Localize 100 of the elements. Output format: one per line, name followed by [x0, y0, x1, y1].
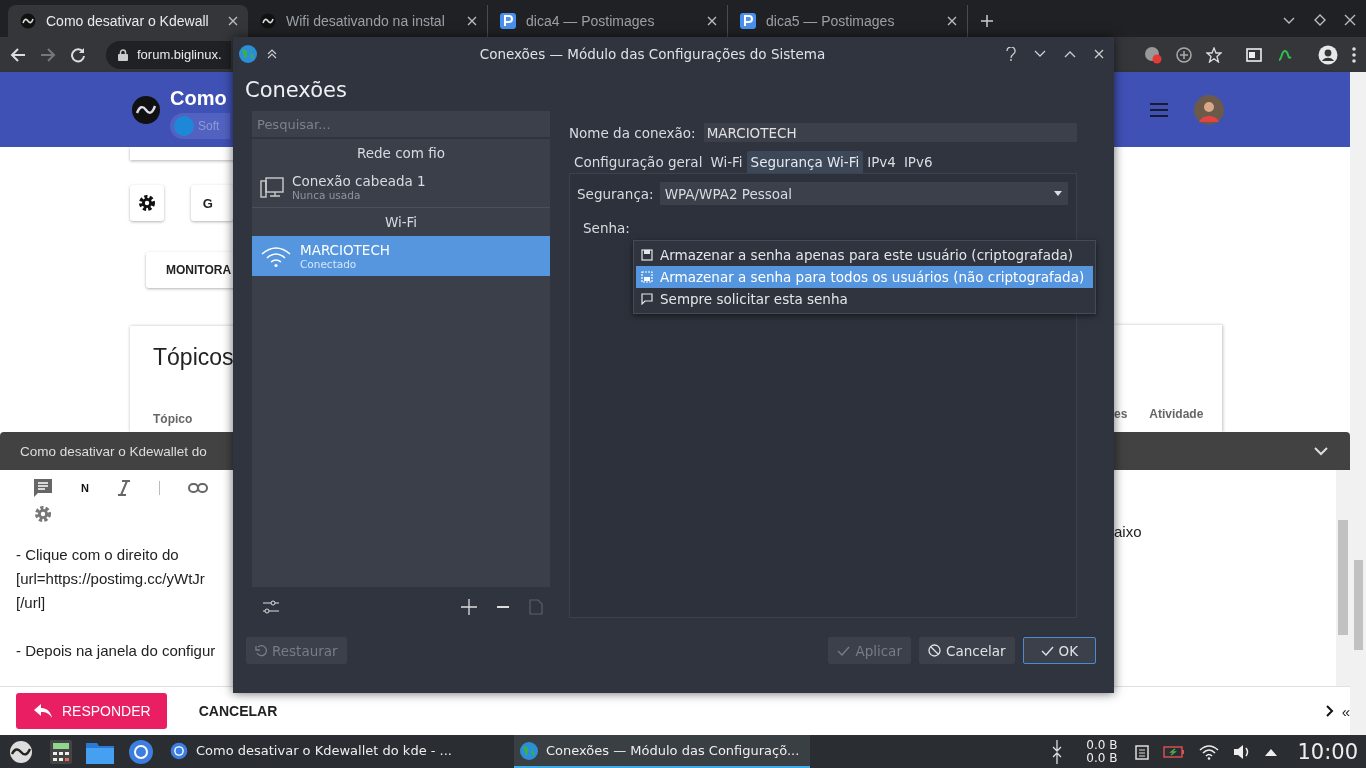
close-icon[interactable]	[1094, 48, 1104, 59]
field-label: Nome da conexão:	[569, 124, 696, 141]
browser-tab[interactable]: Como desativar o Kdewall	[8, 5, 248, 37]
quote-icon[interactable]	[33, 478, 53, 498]
save-icon	[641, 271, 653, 283]
field-label: Segurança:	[577, 185, 654, 202]
filter-button[interactable]: G	[190, 185, 233, 221]
bold-button[interactable]: N	[81, 482, 89, 494]
settings-icon	[136, 193, 157, 213]
remove-icon[interactable]	[497, 605, 509, 609]
text-line: aixo	[1114, 522, 1142, 542]
field-label: Senha:	[583, 220, 630, 236]
tab[interactable]: Segurança Wi-Fi	[746, 151, 864, 173]
browser-icon[interactable]	[128, 738, 154, 765]
star-icon[interactable]	[1206, 46, 1222, 63]
new-tab-icon[interactable]	[980, 14, 994, 28]
forum-logo-icon	[260, 13, 276, 29]
reply-button[interactable]: RESPONDER	[16, 693, 167, 729]
profile-icon[interactable]	[1318, 44, 1338, 65]
monitor-button[interactable]: MONITORA	[146, 252, 233, 288]
battery-icon[interactable]	[1163, 745, 1186, 758]
close-icon[interactable]	[1344, 14, 1356, 26]
avatar[interactable]	[1194, 94, 1224, 125]
scrollbar[interactable]	[1350, 72, 1366, 735]
postimages-icon	[500, 13, 516, 29]
tab[interactable]: IPv4	[863, 151, 900, 173]
clock[interactable]: 10:00	[1297, 739, 1358, 764]
scrollbar[interactable]	[1336, 470, 1350, 686]
tab[interactable]: IPv6	[899, 151, 937, 173]
tab[interactable]: Wi-Fi	[706, 151, 747, 173]
link-icon[interactable]	[187, 483, 208, 493]
section-heading: Tópicos	[153, 344, 233, 371]
forum-logo-icon	[20, 13, 36, 29]
column-header[interactable]: es	[1114, 407, 1128, 421]
chevron-down-icon[interactable]	[1282, 16, 1296, 26]
security-dropdown[interactable]: WPA/WPA2 Pessoal	[659, 182, 1068, 205]
dropdown-arrow-icon	[1054, 191, 1062, 196]
close-icon[interactable]	[228, 16, 238, 26]
connection-name-field[interactable]: MARCIOTECH	[703, 123, 1077, 142]
close-icon[interactable]	[707, 16, 717, 26]
taskbar-task[interactable]: Conexões — Módulo das Configuraçõ...	[514, 735, 810, 768]
group-header: Rede com fio	[355, 144, 447, 163]
minimize-icon[interactable]	[1034, 49, 1046, 58]
wifi-icon[interactable]	[1199, 743, 1220, 760]
configure-icon[interactable]	[262, 598, 280, 616]
connection-name: MARCIOTECH	[300, 242, 390, 258]
settings-icon[interactable]	[33, 504, 53, 524]
reload-icon[interactable]	[70, 46, 86, 63]
menu-item[interactable]: Sempre solicitar esta senha	[636, 288, 1093, 310]
globe-icon[interactable]	[239, 44, 257, 63]
pager-link[interactable]: «	[1341, 702, 1350, 720]
check-icon	[837, 645, 851, 656]
italic-icon[interactable]	[116, 480, 131, 496]
text-line: [/url]	[16, 593, 47, 613]
expand-tray-icon[interactable]	[1265, 747, 1278, 756]
forum-logo-icon[interactable]	[132, 95, 160, 124]
diamond-icon[interactable]	[1314, 14, 1326, 26]
ok-button[interactable]: OK	[1022, 637, 1096, 664]
blocked-extension-icon[interactable]	[1144, 45, 1162, 64]
cancel-button[interactable]: CANCELAR	[198, 703, 278, 719]
chevron-down-icon[interactable]	[1314, 446, 1328, 456]
column-header[interactable]: Tópico	[153, 412, 233, 426]
postimages-icon	[740, 13, 756, 29]
page-heading: Conexões	[245, 78, 348, 102]
close-icon[interactable]	[467, 16, 477, 26]
help-icon[interactable]	[1006, 46, 1016, 61]
keep-above-icon[interactable]	[267, 48, 277, 59]
wifi-icon	[260, 244, 292, 268]
column-header[interactable]: Atividade	[1149, 407, 1204, 421]
browser-icon	[170, 741, 188, 760]
settings-button[interactable]	[130, 185, 164, 221]
lock-icon	[118, 48, 128, 61]
maximize-icon[interactable]	[1064, 49, 1076, 58]
network-activity-icon[interactable]	[1052, 738, 1063, 765]
menu-item[interactable]: Armazenar a senha apenas para este usuário (criptografada)	[636, 244, 1093, 266]
upload-speed: 0.0 B	[1086, 738, 1118, 752]
tab[interactable]: Configuração geral	[570, 151, 707, 173]
calculator-icon[interactable]	[50, 739, 72, 764]
composer-title: Como desativar o Kdewallet do	[20, 443, 207, 459]
globe-icon	[520, 741, 538, 760]
forward-icon[interactable]	[40, 46, 56, 63]
speech-bubble-icon	[641, 293, 653, 305]
reply-icon	[34, 704, 52, 718]
back-icon[interactable]	[10, 46, 26, 63]
address-bar[interactable]: forum.biglinux.	[106, 40, 231, 69]
text-line: [url=https://postimg.cc/yWtJr	[16, 569, 206, 589]
close-icon[interactable]	[947, 16, 957, 26]
window-icon[interactable]	[1246, 47, 1262, 62]
connection-item[interactable]: Conexão cabeada 1 Nunca usada	[252, 167, 550, 207]
cancel-icon	[927, 644, 941, 657]
connection-name: Conexão cabeada 1	[292, 173, 426, 189]
clipboard-icon[interactable]	[1135, 743, 1150, 760]
chevron-right-icon[interactable]	[1325, 705, 1334, 717]
cancel-button[interactable]: Cancelar	[918, 637, 1015, 664]
search-field[interactable]: Pesquisar...	[252, 111, 550, 137]
taskbar-task[interactable]: Como desativar o Kdewallet do kde - ...	[164, 735, 460, 768]
add-circle-icon[interactable]	[1176, 46, 1192, 63]
menu-icon[interactable]	[1352, 46, 1356, 63]
text-line: - Clique com o direito do	[16, 545, 180, 565]
add-icon[interactable]	[461, 599, 477, 615]
